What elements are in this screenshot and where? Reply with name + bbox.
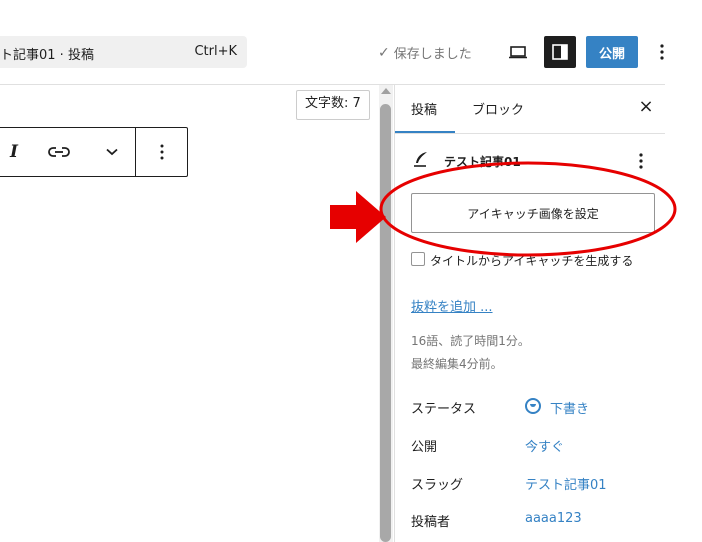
italic-icon: I [10,142,18,162]
block-toolbar: I [0,127,188,177]
add-excerpt-link[interactable]: 抜粋を追加 ... [411,296,493,315]
document-command-bar[interactable]: ト記事01 · 投稿 Ctrl+K [0,36,247,68]
scroll-up-arrow-icon[interactable] [381,88,391,94]
command-shortcut: Ctrl+K [194,44,237,59]
chevron-down-icon [106,148,118,156]
sidebar-toggle-icon [552,44,568,60]
check-icon: ✓ [378,44,390,61]
author-label: 投稿者 [411,515,451,530]
tab-post[interactable]: 投稿 [411,99,437,118]
saved-text: 保存しました [393,47,472,62]
more-formatting-button[interactable] [97,128,127,176]
last-edited: 最終編集4分前。 [411,357,503,371]
status-value-button[interactable]: 下書き [550,398,589,417]
link-button[interactable] [43,128,75,176]
slug-label: スラッグ [411,478,464,493]
close-sidebar-button[interactable]: × [636,96,656,120]
preview-button[interactable] [502,36,534,68]
options-button[interactable] [652,36,672,68]
block-options-button[interactable] [147,128,177,176]
saved-status: ✓ 保存しました [378,43,472,63]
settings-toggle-button[interactable] [544,36,576,68]
publish-button[interactable]: 公開 [586,36,638,68]
publish-date-button[interactable]: 今すぐ [525,436,564,455]
word-count-badge: 文字数: 7 [296,90,370,120]
annotation-ellipse [379,161,677,257]
toolbar-divider [135,128,136,176]
tab-block[interactable]: ブロック [472,99,524,118]
italic-button[interactable]: I [0,128,29,176]
link-icon [48,147,70,157]
document-title: ト記事01 · 投稿 [0,48,94,63]
vertical-ellipsis-icon [660,44,664,60]
publish-label: 公開 [411,440,438,455]
reading-stats: 16語、読了時間1分。 [411,334,530,348]
desktop-preview-icon [509,46,527,59]
vertical-ellipsis-icon [160,144,164,160]
tabs-divider [395,133,665,134]
author-value-button[interactable]: aaaa123 [525,511,582,526]
slug-value-button[interactable]: テスト記事01 [525,474,607,493]
status-label: ステータス [411,402,477,417]
draft-status-icon [525,398,541,414]
